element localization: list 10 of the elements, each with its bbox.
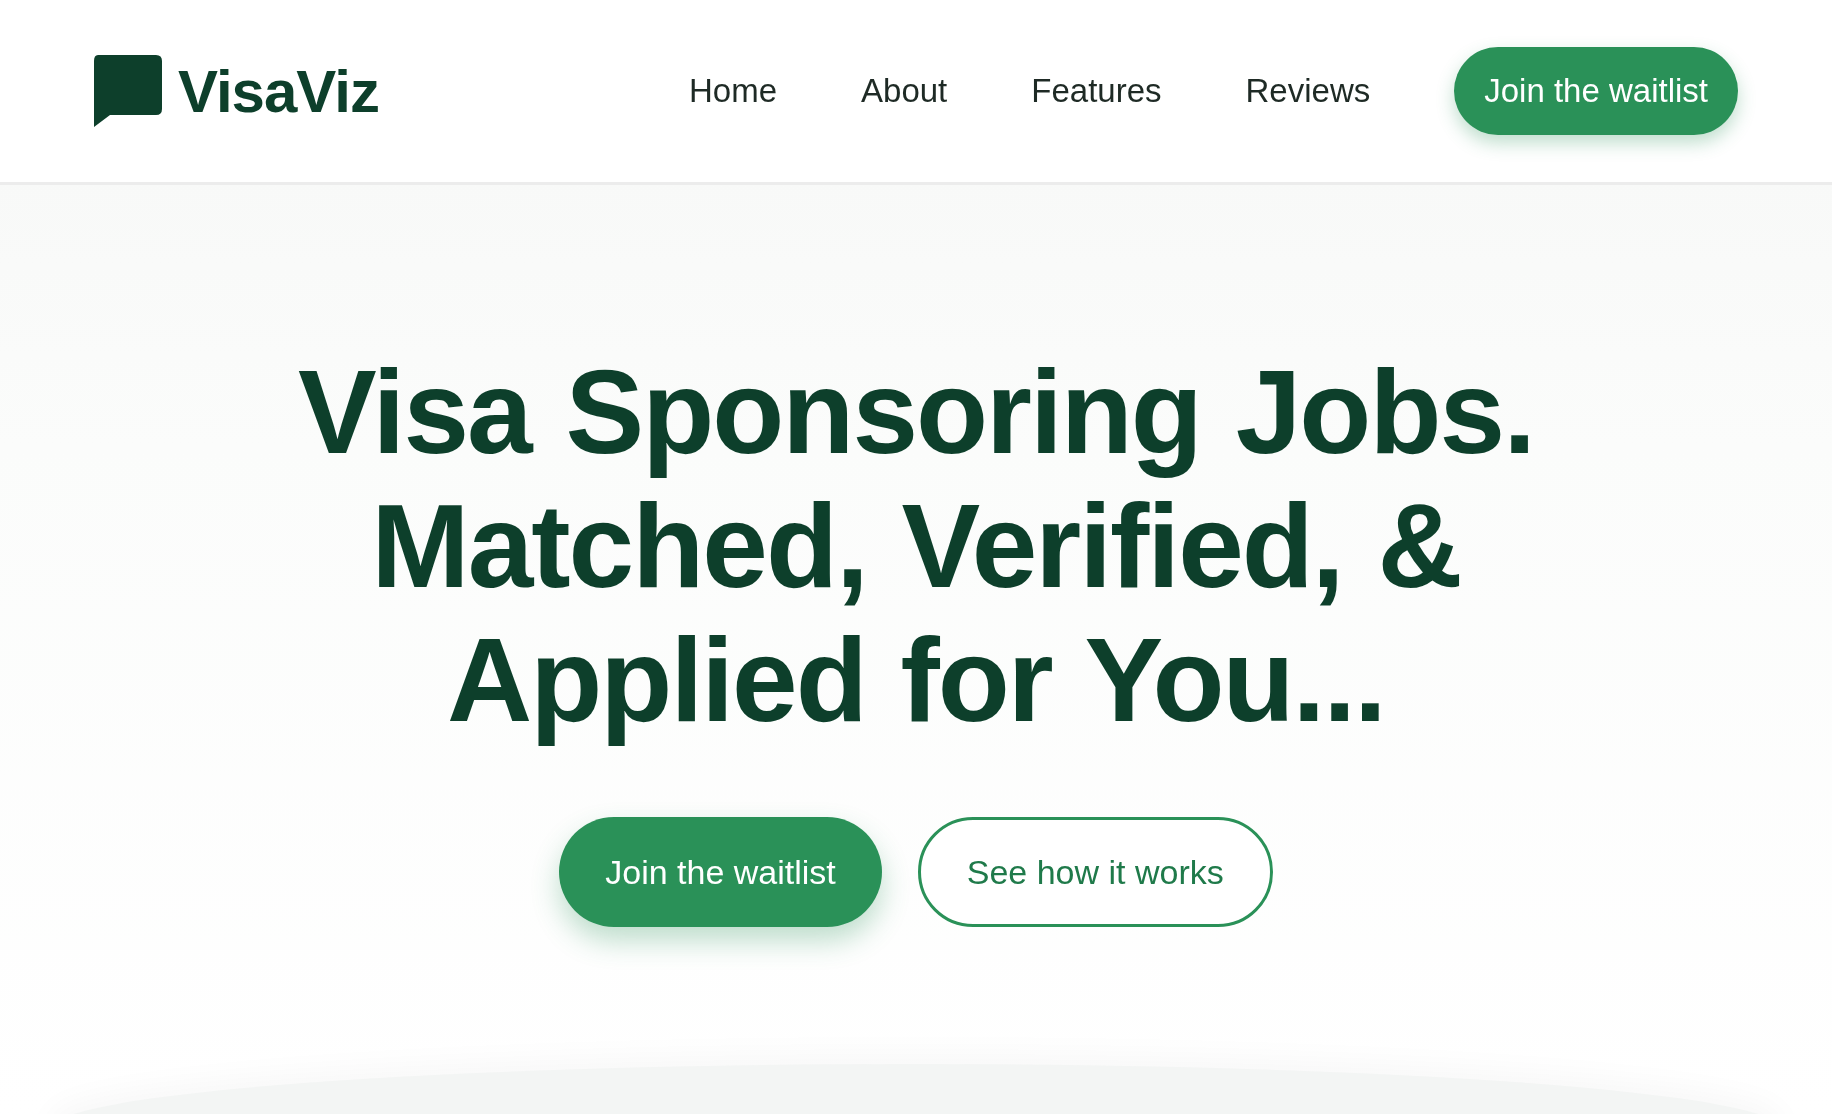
nav-link[interactable]: Reviews xyxy=(1245,72,1371,110)
see-how-button[interactable]: See how it works xyxy=(917,817,1273,927)
hero-headline: Visa Sponsoring Jobs. Matched, Verified, & Applied for You... xyxy=(298,345,1534,747)
nav-link[interactable]: Features xyxy=(1031,72,1162,110)
nav-link[interactable]: Home xyxy=(689,72,778,110)
join-waitlist-button[interactable]: Join the waitlist xyxy=(559,817,882,927)
join-waitlist-button[interactable]: Join the waitlist xyxy=(1454,47,1738,135)
logo-text[interactable]: VisaViz xyxy=(178,56,379,126)
chat-bubble-icon xyxy=(92,55,162,127)
nav-link[interactable]: About xyxy=(861,72,948,110)
